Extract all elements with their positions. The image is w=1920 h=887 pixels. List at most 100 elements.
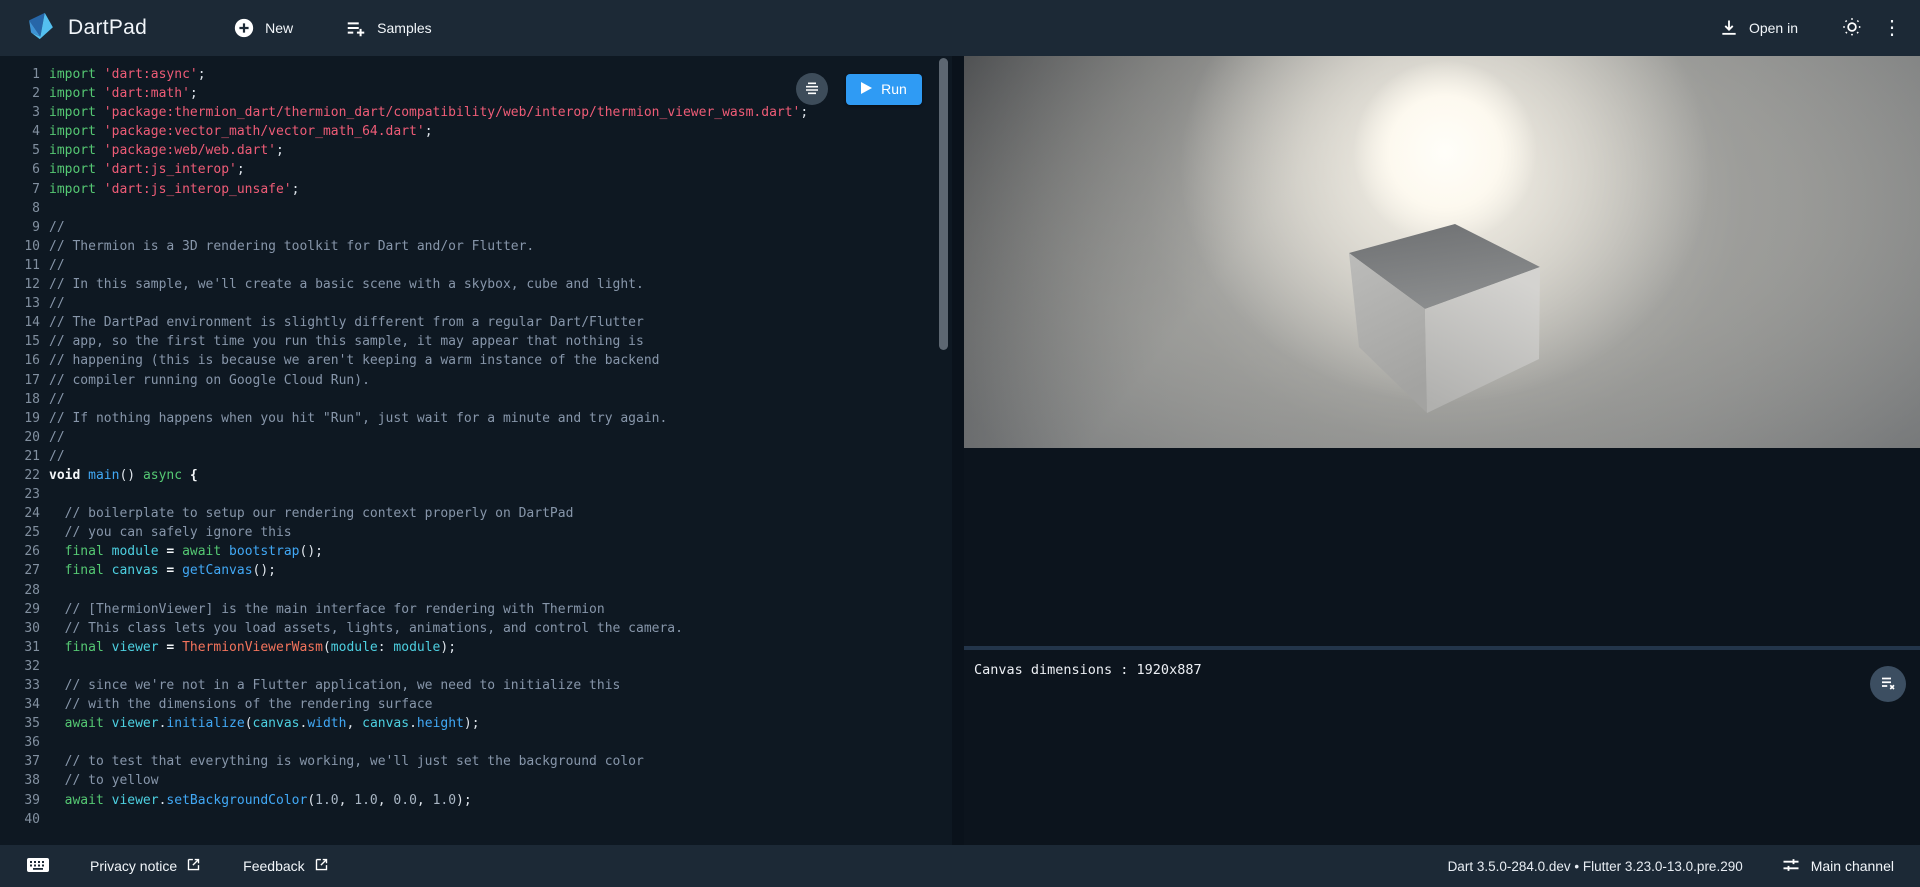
code-line[interactable]: 9// — [0, 218, 952, 237]
line-number: 24 — [0, 504, 40, 523]
tune-icon — [1781, 855, 1801, 878]
line-number: 16 — [0, 351, 40, 370]
line-number: 10 — [0, 237, 40, 256]
app-title: DartPad — [68, 16, 147, 40]
code-line[interactable]: 29 // [ThermionViewer] is the main inter… — [0, 600, 952, 619]
line-number: 18 — [0, 390, 40, 409]
code-line[interactable]: 27 final canvas = getCanvas(); — [0, 561, 952, 580]
open-in-button[interactable]: Open in — [1711, 12, 1806, 44]
line-number: 15 — [0, 332, 40, 351]
code-line[interactable]: 8 — [0, 199, 952, 218]
play-icon — [861, 81, 872, 97]
new-button-label: New — [265, 20, 293, 36]
open-in-new-icon — [186, 857, 201, 875]
line-number: 20 — [0, 428, 40, 447]
channel-label: Main channel — [1811, 858, 1894, 874]
line-number: 33 — [0, 676, 40, 695]
run-button[interactable]: Run — [846, 74, 922, 105]
viewer-empty-area — [964, 448, 1920, 646]
code-line[interactable]: 7import 'dart:js_interop_unsafe'; — [0, 180, 952, 199]
code-line[interactable]: 18// — [0, 390, 952, 409]
console-output: Canvas dimensions : 1920x887 — [964, 650, 1920, 678]
line-number: 8 — [0, 199, 40, 218]
code-line[interactable]: 15// app, so the first time you run this… — [0, 332, 952, 351]
code-line[interactable]: 31 final viewer = ThermionViewerWasm(mod… — [0, 638, 952, 657]
new-button[interactable]: New — [225, 11, 301, 45]
code-line[interactable]: 16// happening (this is because we aren'… — [0, 351, 952, 370]
code-line[interactable]: 13// — [0, 294, 952, 313]
line-number: 22 — [0, 466, 40, 485]
channel-selector-button[interactable]: Main channel — [1781, 855, 1894, 878]
line-number: 29 — [0, 600, 40, 619]
code-line[interactable]: 17// compiler running on Google Cloud Ru… — [0, 371, 952, 390]
code-line[interactable]: 21// — [0, 447, 952, 466]
format-align-icon — [804, 80, 820, 99]
code-line[interactable]: 28 — [0, 581, 952, 600]
samples-button[interactable]: Samples — [337, 11, 439, 45]
editor-scrollbar-thumb[interactable] — [939, 58, 948, 350]
cube-render — [964, 56, 1920, 448]
overflow-menu-button[interactable]: ⋮ — [1872, 8, 1912, 48]
code-line[interactable]: 37 // to test that everything is working… — [0, 752, 952, 771]
line-number: 26 — [0, 542, 40, 561]
code-line[interactable]: 19// If nothing happens when you hit "Ru… — [0, 409, 952, 428]
keyboard-shortcuts-button[interactable] — [26, 855, 50, 878]
code-line[interactable]: 12// In this sample, we'll create a basi… — [0, 275, 952, 294]
code-line[interactable]: 40 — [0, 810, 952, 829]
code-line[interactable]: 14// The DartPad environment is slightly… — [0, 313, 952, 332]
pane-divider[interactable] — [952, 56, 964, 845]
code-line[interactable]: 39 await viewer.setBackgroundColor(1.0, … — [0, 791, 952, 810]
line-number: 12 — [0, 275, 40, 294]
line-number: 34 — [0, 695, 40, 714]
code-line[interactable]: 32 — [0, 657, 952, 676]
line-number: 40 — [0, 810, 40, 829]
code-line[interactable]: 26 final module = await bootstrap(); — [0, 542, 952, 561]
line-number: 7 — [0, 180, 40, 199]
run-button-label: Run — [881, 81, 907, 97]
line-number: 30 — [0, 619, 40, 638]
code-line[interactable]: 38 // to yellow — [0, 771, 952, 790]
code-editor-pane: 1import 'dart:async';2import 'dart:math'… — [0, 56, 952, 845]
line-number: 4 — [0, 122, 40, 141]
code-line[interactable]: 5import 'package:web/web.dart'; — [0, 141, 952, 160]
line-number: 37 — [0, 752, 40, 771]
code-line[interactable]: 4import 'package:vector_math/vector_math… — [0, 122, 952, 141]
line-number: 1 — [0, 65, 40, 84]
line-number: 2 — [0, 84, 40, 103]
feedback-link[interactable]: Feedback — [243, 857, 328, 875]
code-line[interactable]: 34 // with the dimensions of the renderi… — [0, 695, 952, 714]
privacy-notice-link[interactable]: Privacy notice — [90, 857, 201, 875]
code-line[interactable]: 10// Thermion is a 3D rendering toolkit … — [0, 237, 952, 256]
3d-viewer-canvas[interactable] — [964, 56, 1920, 448]
line-number: 25 — [0, 523, 40, 542]
open-in-label: Open in — [1749, 20, 1798, 36]
clear-console-button[interactable] — [1870, 666, 1906, 702]
code-line[interactable]: 23 — [0, 485, 952, 504]
clear-console-icon — [1879, 674, 1897, 695]
brightness-sun-icon — [1841, 16, 1863, 41]
code-line[interactable]: 6import 'dart:js_interop'; — [0, 160, 952, 179]
line-number: 9 — [0, 218, 40, 237]
line-number: 38 — [0, 771, 40, 790]
code-line[interactable]: 11// — [0, 256, 952, 275]
code-line[interactable]: 36 — [0, 733, 952, 752]
code-line[interactable]: 3import 'package:thermion_dart/thermion_… — [0, 103, 952, 122]
code-line[interactable]: 33 // since we're not in a Flutter appli… — [0, 676, 952, 695]
format-code-button[interactable] — [796, 73, 828, 105]
samples-button-label: Samples — [377, 20, 431, 36]
brightness-toggle-button[interactable] — [1832, 8, 1872, 48]
code-line[interactable]: 22void main() async { — [0, 466, 952, 485]
new-plus-icon — [233, 17, 255, 39]
line-number: 35 — [0, 714, 40, 733]
line-number: 6 — [0, 160, 40, 179]
line-number: 36 — [0, 733, 40, 752]
code-line[interactable]: 25 // you can safely ignore this — [0, 523, 952, 542]
code-line[interactable]: 35 await viewer.initialize(canvas.width,… — [0, 714, 952, 733]
code-line[interactable]: 24 // boilerplate to setup our rendering… — [0, 504, 952, 523]
code-line[interactable]: 20// — [0, 428, 952, 447]
line-number: 14 — [0, 313, 40, 332]
code-area[interactable]: 1import 'dart:async';2import 'dart:math'… — [0, 56, 952, 829]
line-number: 27 — [0, 561, 40, 580]
code-line[interactable]: 30 // This class lets you load assets, l… — [0, 619, 952, 638]
line-number: 23 — [0, 485, 40, 504]
